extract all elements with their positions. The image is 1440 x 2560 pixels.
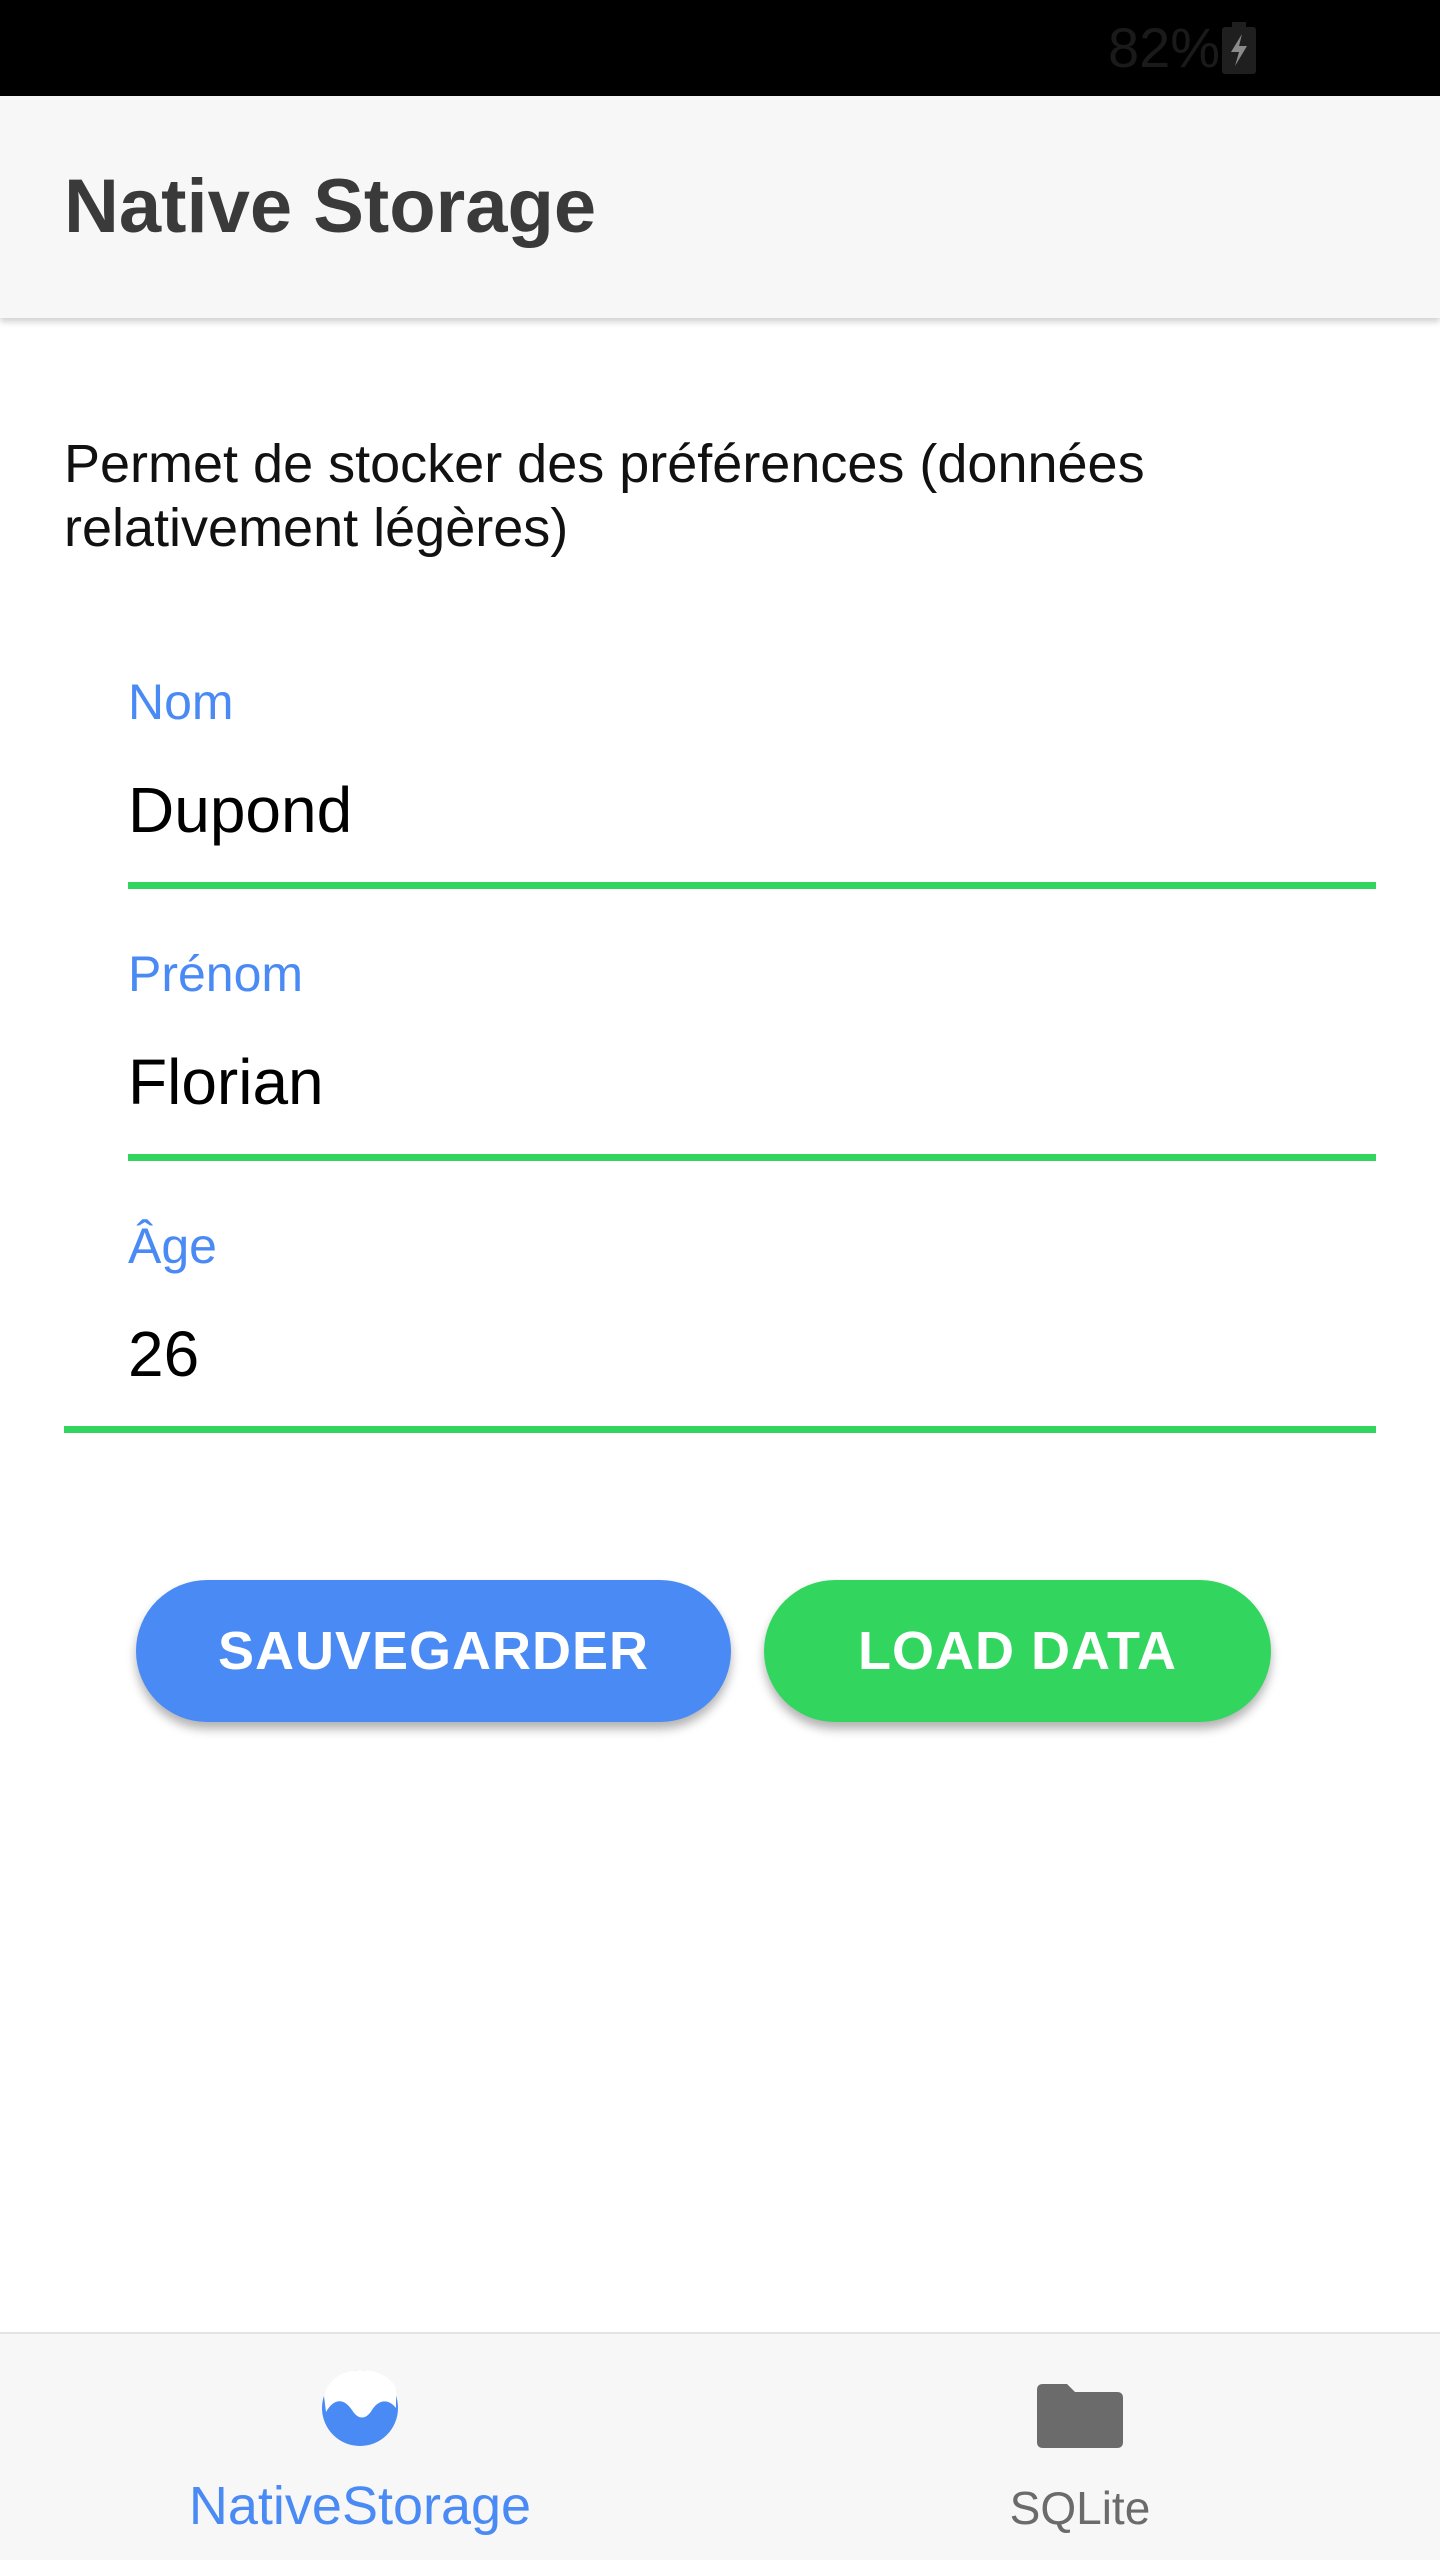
tab-nativestorage[interactable]: NativeStorage xyxy=(0,2334,720,2560)
prenom-input[interactable]: Florian xyxy=(128,1044,324,1120)
description-text: Permet de stocker des préférences (donné… xyxy=(64,434,1145,558)
nom-input[interactable]: Dupond xyxy=(128,772,352,848)
page-title: Native Storage xyxy=(64,164,597,249)
nom-underline xyxy=(128,882,1376,889)
nom-label: Nom xyxy=(128,674,234,730)
tab-sqlite[interactable]: SQLite xyxy=(720,2334,1440,2560)
save-button[interactable]: SAUVEGARDER xyxy=(136,1580,731,1722)
bottom-tab-bar: NativeStorage SQLite xyxy=(0,2332,1440,2560)
age-field[interactable]: Âge 26 xyxy=(64,1210,1376,1440)
status-bar: 82% xyxy=(0,0,1440,96)
tab-nativestorage-label: NativeStorage xyxy=(188,2476,532,2536)
water-wave-icon xyxy=(322,2370,398,2446)
age-underline xyxy=(64,1426,1376,1433)
prenom-label: Prénom xyxy=(128,946,304,1002)
app-screen: 82% Native Storage Permet de stocker des… xyxy=(0,0,1440,2560)
prenom-underline xyxy=(128,1154,1376,1161)
tab-sqlite-label: SQLite xyxy=(1009,2482,1151,2534)
age-input[interactable]: 26 xyxy=(128,1316,199,1392)
folder-icon xyxy=(1037,2384,1123,2448)
app-header: Native Storage xyxy=(0,96,1440,318)
load-data-button[interactable]: LOAD DATA xyxy=(764,1580,1271,1722)
nom-field[interactable]: Nom Dupond xyxy=(128,666,1376,896)
age-label: Âge xyxy=(128,1218,217,1274)
battery-charging-icon xyxy=(1222,22,1256,74)
battery-percent: 82% xyxy=(1108,16,1221,79)
prenom-field[interactable]: Prénom Florian xyxy=(128,938,1376,1168)
